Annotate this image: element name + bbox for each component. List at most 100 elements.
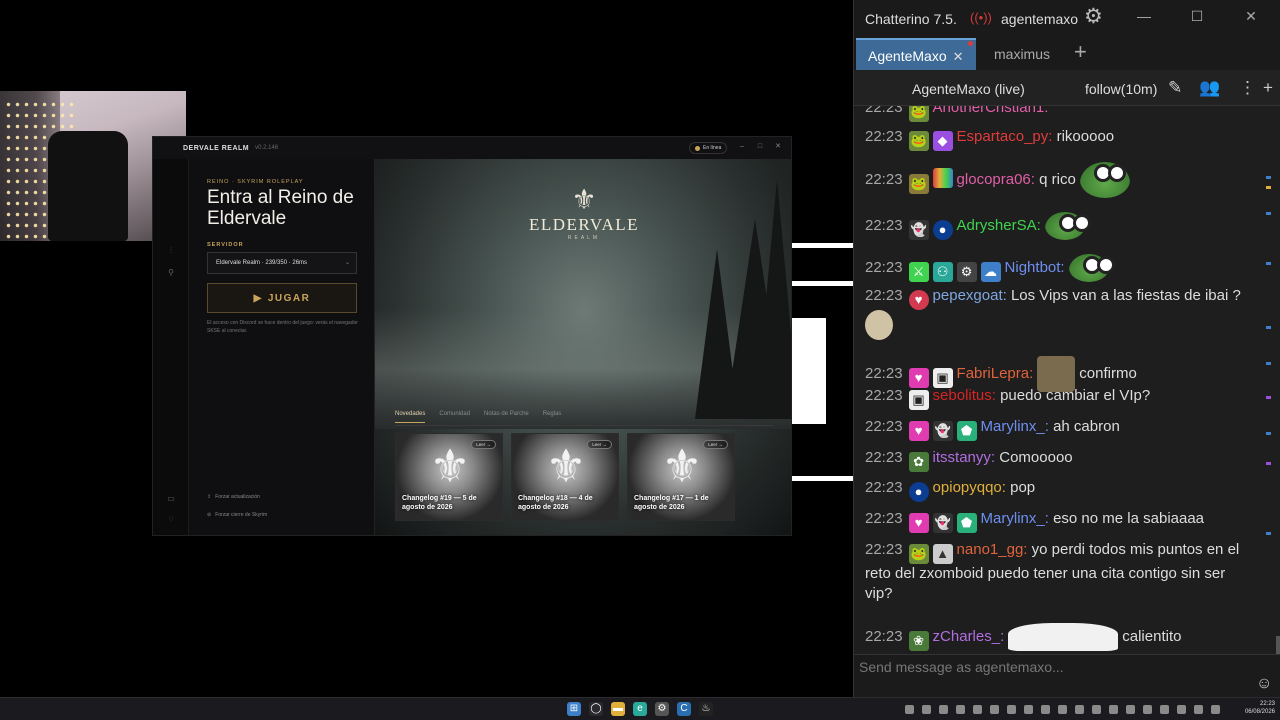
tab-reglas[interactable]: Reglas <box>543 411 562 423</box>
tray-icon[interactable] <box>956 705 965 714</box>
tray-icon[interactable] <box>905 705 914 714</box>
pepe-badge-icon: 🐸 <box>908 173 929 194</box>
more-options-icon[interactable]: ⋮ <box>1239 78 1256 98</box>
chat-close-button[interactable]: ✕ <box>1243 8 1259 25</box>
settings-icon[interactable]: ⚙ <box>655 702 669 716</box>
server-select-value: Eldervale Realm · 239/350 · 26ms <box>216 260 308 266</box>
tray-icon[interactable] <box>1109 705 1118 714</box>
message-user[interactable]: nano1_gg: <box>957 541 1028 558</box>
message-user[interactable]: Marylinx_: <box>981 510 1049 527</box>
server-label: SERVIDOR <box>207 242 244 248</box>
tray-icon[interactable] <box>1177 705 1186 714</box>
launcher-maximize-button[interactable]: □ <box>755 142 765 152</box>
message-user[interactable]: itsstanyy: <box>933 449 996 466</box>
news-card[interactable]: ⚜ Leer → Changelog #18 — 4 de agosto de … <box>511 433 619 521</box>
chat-maximize-button[interactable]: ☐ <box>1189 8 1205 25</box>
launcher-close-button[interactable]: ✕ <box>773 142 783 152</box>
pepe-badge-icon: 🐸 <box>908 131 929 151</box>
gear-icon[interactable]: ⚙ <box>1084 4 1103 29</box>
tray-icon[interactable] <box>939 705 948 714</box>
tray-icon[interactable] <box>973 705 982 714</box>
message-time: 22:23 <box>865 216 903 234</box>
play-button[interactable]: ▶ JUGAR <box>207 283 357 313</box>
message-user[interactable]: sebolitus: <box>933 387 996 404</box>
taskbar: ⊞ ◯ ▬ e ⚙ C ♨ 22:23 06/08/2026 <box>0 697 1280 720</box>
force-update-button[interactable]: ⇪ Forzar actualización <box>207 491 260 503</box>
highlight-marker <box>1266 176 1271 179</box>
message-time: 22:23 <box>865 510 903 527</box>
tab-agentemaxo[interactable]: AgenteMaxo ✕ <box>856 38 976 70</box>
tray-icon[interactable] <box>1143 705 1152 714</box>
add-tab-icon[interactable]: + <box>1074 39 1087 65</box>
file-explorer-icon[interactable]: ▬ <box>611 702 625 716</box>
edge-browser-icon[interactable]: e <box>633 702 647 716</box>
tray-icon[interactable] <box>1007 705 1016 714</box>
ghost-badge-icon: 👻 <box>932 421 953 441</box>
message-user[interactable]: AdrysherSA: <box>957 217 1041 234</box>
force-close-button[interactable]: ⊘ Forzar cierre de Skyrim <box>207 509 267 521</box>
mods-icon[interactable]: ⚲ <box>165 267 177 279</box>
search-icon[interactable]: ◯ <box>589 702 603 716</box>
taskbar-clock[interactable]: 22:23 06/08/2026 <box>1235 700 1275 716</box>
message-user[interactable]: Marylinx_: <box>981 418 1049 435</box>
force-close-label: Forzar cierre de Skyrim <box>215 512 268 518</box>
tab-maximus[interactable]: maximus <box>982 38 1062 70</box>
message-user[interactable]: opiopyqqo: <box>933 479 1006 496</box>
wifi-icon[interactable] <box>1194 705 1203 714</box>
sword-badge-icon: ⚔ <box>908 261 929 282</box>
ghost-emote-icon <box>1008 623 1119 651</box>
news-card[interactable]: ⚜ Leer → Changelog #19 — 5 de agosto de … <box>395 433 503 521</box>
moderation-icon[interactable]: ✎ <box>1168 78 1182 98</box>
sliders-icon[interactable]: ⫶ <box>165 245 177 257</box>
message-user[interactable]: Nightbot: <box>1005 259 1065 276</box>
message-user[interactable]: pepexgoat: <box>933 287 1007 304</box>
news-divider <box>395 425 773 426</box>
volume-icon[interactable] <box>1211 705 1220 714</box>
chat-message: 22:23 ♥ 👻 ⬟ Marylinx_: ah cabron <box>865 417 1255 441</box>
news-tabs: Novedades Comunidad Notas de Parche Regl… <box>395 411 561 423</box>
scroll-thumb[interactable] <box>1276 636 1280 654</box>
tray-icon[interactable] <box>1058 705 1067 714</box>
message-user[interactable]: FabriLepra: <box>957 365 1034 382</box>
tray-icon[interactable] <box>990 705 999 714</box>
emoji-icon[interactable]: ☺ <box>1256 675 1272 693</box>
desktop: DERVALE REALM v0.2.146 En línea – □ ✕ ⫶ … <box>0 0 1280 720</box>
add-split-icon[interactable]: + <box>1263 78 1273 98</box>
message-user[interactable]: zCharles_: <box>933 628 1005 645</box>
chat-messages: 22:23 🐸 AnotherCristian1: 22:23 🐸 ◆ Espartaco… <box>854 106 1274 654</box>
tab-notas-de-parche[interactable]: Notas de Parche <box>484 411 529 423</box>
launcher-minimize-button[interactable]: – <box>737 142 747 152</box>
chat-message: 22:23 🐸 ◆ Espartaco_py: rikooooo <box>865 127 1255 151</box>
tray-icon[interactable] <box>1041 705 1050 714</box>
message-user[interactable]: Espartaco_py: <box>957 128 1053 145</box>
message-user[interactable]: glocopra06: <box>957 171 1035 188</box>
message-user[interactable]: AnotherCristian1: <box>933 106 1049 116</box>
chat-minimize-button[interactable]: — <box>1136 8 1152 24</box>
tray-icon[interactable] <box>1075 705 1084 714</box>
follow-mode[interactable]: follow(10m) <box>1085 81 1157 97</box>
tray-icon[interactable] <box>1160 705 1169 714</box>
read-more-tag: Leer → <box>703 440 728 449</box>
tray-icon[interactable] <box>1126 705 1135 714</box>
channel-name[interactable]: AgenteMaxo (live) <box>912 81 1025 97</box>
start-icon[interactable]: ⊞ <box>567 702 581 716</box>
tab-comunidad[interactable]: Comunidad <box>439 411 470 423</box>
tray-icon[interactable] <box>1024 705 1033 714</box>
chat-scrollbar[interactable] <box>1275 106 1280 654</box>
tab-novedades[interactable]: Novedades <box>395 411 426 423</box>
server-select[interactable]: Eldervale Realm · 239/350 · 26ms ⌄ <box>207 252 357 274</box>
tray-icon[interactable] <box>922 705 931 714</box>
news-card[interactable]: ⚜ Leer → Changelog #17 — 1 de agosto de … <box>627 433 735 521</box>
webcam-chair <box>48 131 128 241</box>
chat-input[interactable]: Send message as agentemaxo... ☺ <box>854 654 1280 697</box>
close-icon[interactable]: ✕ <box>953 49 964 64</box>
chatterino-icon[interactable]: C <box>677 702 691 716</box>
tray-icon[interactable] <box>1092 705 1101 714</box>
chat-icon[interactable]: ▭ <box>165 493 177 505</box>
steam-icon[interactable]: ♨ <box>699 702 713 716</box>
users-icon[interactable]: 👥 <box>1199 78 1220 98</box>
settings-icon[interactable]: ◌ <box>165 513 177 525</box>
message-time: 22:23 <box>865 418 903 435</box>
face-emote-icon <box>865 310 893 340</box>
eldervale-emblem-icon: ⚜ <box>571 184 597 215</box>
